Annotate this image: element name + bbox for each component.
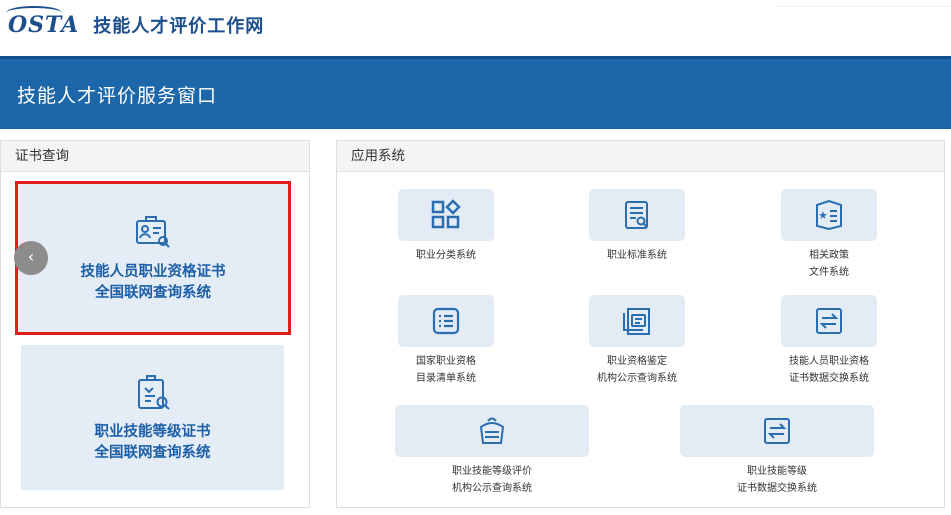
app-occupation-classification[interactable]: 职业分类系统 [361, 189, 531, 264]
panel-title-certificate-query: 证书查询 [1, 141, 309, 172]
app-label: 相关政策 文件系统 [809, 250, 849, 278]
app-label: 职业资格鉴定 机构公示查询系统 [597, 356, 677, 384]
app-vocational-cert-data-exchange[interactable]: 技能人员职业资格 证书数据交换系统 [744, 295, 914, 387]
stacked-documents-icon [623, 308, 650, 335]
cert-card-skill-level[interactable]: 职业技能等级证书 全国联网查询系统 [21, 345, 284, 490]
top-divider [776, 6, 951, 7]
cert-card-title: 技能人员职业资格证书 全国联网查询系统 [80, 264, 226, 301]
banner-title: 技能人才评价服务窗口 [17, 85, 218, 107]
app-skill-level-cert-data-exchange[interactable]: 职业技能等级 证书数据交换系统 [680, 405, 874, 497]
app-skill-level-evaluation-institutions[interactable]: 职业技能等级评价 机构公示查询系统 [395, 405, 589, 497]
standard-document-icon [625, 201, 648, 229]
clipboard-search-icon [137, 374, 170, 410]
panel-title-application-systems: 应用系统 [337, 141, 944, 172]
app-tile [398, 295, 494, 347]
app-national-qualification-catalog[interactable]: 国家职业资格 目录清单系统 [361, 295, 531, 387]
osta-logo-mark: OSTA [5, 6, 80, 38]
category-grid-icon [431, 199, 461, 229]
cert-card-title: 职业技能等级证书 全国联网查询系统 [94, 423, 211, 461]
app-tile [589, 189, 685, 241]
app-tile [781, 295, 877, 347]
chevron-left-icon: ‹ [27, 247, 35, 266]
app-label: 职业标准系统 [607, 250, 667, 261]
app-tile [395, 405, 589, 457]
site-name: 技能人才评价工作网 [93, 16, 265, 37]
app-label: 职业分类系统 [416, 250, 476, 261]
site-logo[interactable]: OSTA 技能人才评价工作网 [5, 6, 265, 38]
app-tile [589, 295, 685, 347]
app-tile [680, 405, 874, 457]
app-tile [781, 189, 877, 241]
app-policy-documents[interactable]: 相关政策 文件系统 [744, 189, 914, 281]
top-header: OSTA 技能人才评价工作网 [0, 0, 951, 56]
exchange-arrows-icon [764, 418, 790, 444]
cert-card-vocational-qualification[interactable]: 技能人员职业资格证书 全国联网查询系统 [15, 181, 291, 335]
certificate-search-icon [136, 216, 170, 248]
app-label: 技能人员职业资格 证书数据交换系统 [789, 356, 869, 384]
list-icon [432, 307, 460, 335]
app-label: 职业技能等级 证书数据交换系统 [737, 466, 817, 494]
app-tile [398, 189, 494, 241]
policy-book-icon [816, 199, 842, 231]
archive-basket-icon [479, 417, 505, 444]
app-occupation-standard[interactable]: 职业标准系统 [552, 189, 722, 264]
app-label: 职业技能等级评价 机构公示查询系统 [452, 466, 532, 494]
service-banner: 技能人才评价服务窗口 [0, 56, 951, 129]
app-qualification-appraisal-institutions[interactable]: 职业资格鉴定 机构公示查询系统 [552, 295, 722, 387]
app-label: 国家职业资格 目录清单系统 [416, 356, 476, 384]
exchange-arrows-icon [816, 308, 842, 334]
carousel-prev-button[interactable]: ‹ [14, 241, 48, 275]
